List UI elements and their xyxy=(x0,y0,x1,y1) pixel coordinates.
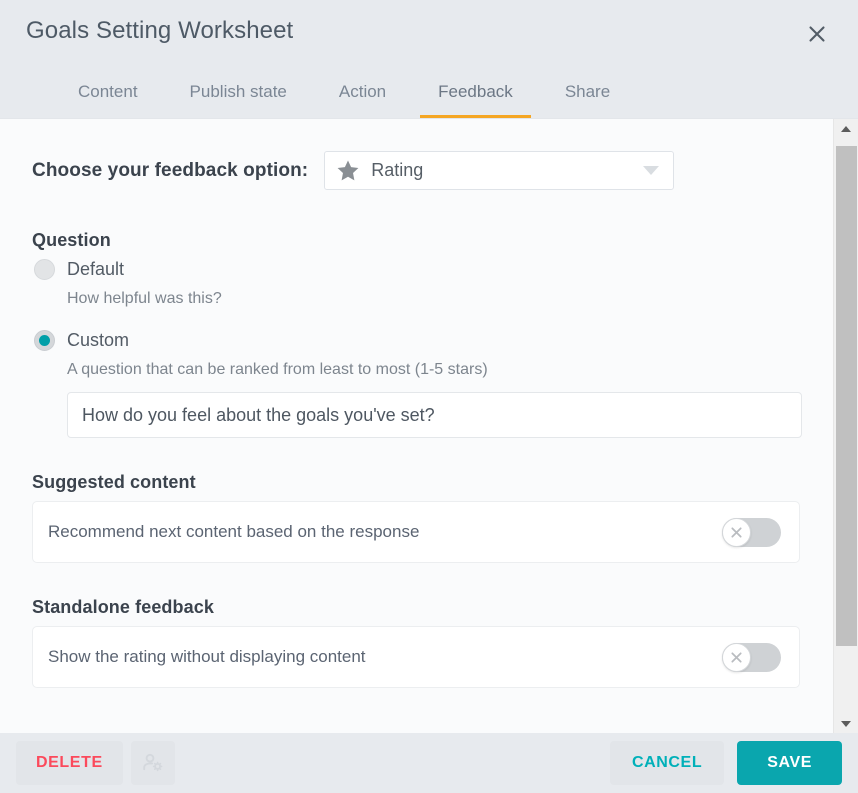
tab-content[interactable]: Content xyxy=(52,70,164,118)
tab-bar: Content Publish state Action Feedback Sh… xyxy=(0,70,858,118)
footer-left-actions: DELETE xyxy=(16,741,175,785)
close-icon xyxy=(722,642,751,672)
cancel-button[interactable]: CANCEL xyxy=(609,741,725,785)
question-heading: Question xyxy=(32,230,111,250)
star-icon xyxy=(337,160,359,182)
radio-custom-hint: A question that can be ranked from least… xyxy=(67,361,488,378)
goals-setting-worksheet-modal: Goals Setting Worksheet Content Publish … xyxy=(0,0,858,793)
radio-option-custom[interactable]: Custom xyxy=(32,330,801,351)
radio-option-label: Custom xyxy=(67,330,130,350)
standalone-feedback-heading: Standalone feedback xyxy=(32,597,214,617)
close-icon[interactable] xyxy=(800,17,834,51)
tab-publish-state[interactable]: Publish state xyxy=(164,70,313,118)
suggested-content-card: Recommend next content based on the resp… xyxy=(32,501,800,563)
tab-label: Feedback xyxy=(438,82,513,101)
radio-default-icon[interactable] xyxy=(34,259,55,280)
radio-option-label: Default xyxy=(67,259,125,279)
suggested-content-heading: Suggested content xyxy=(32,472,196,492)
suggested-content-label: Recommend next content based on the resp… xyxy=(48,522,420,541)
modal-header: Goals Setting Worksheet Content Publish … xyxy=(0,0,858,118)
feedback-option-row: Choose your feedback option: Rating xyxy=(32,151,801,190)
standalone-feedback-card: Show the rating without displaying conte… xyxy=(32,626,800,688)
tab-label: Share xyxy=(564,82,611,101)
standalone-feedback-label: Show the rating without displaying conte… xyxy=(48,647,366,666)
tab-feedback[interactable]: Feedback xyxy=(412,70,539,118)
chevron-up-icon[interactable] xyxy=(833,119,858,138)
tab-label: Action xyxy=(338,82,387,101)
user-settings-icon[interactable] xyxy=(130,741,175,785)
modal-body-wrapper: Choose your feedback option: Rating Ques… xyxy=(0,118,858,733)
close-icon xyxy=(722,517,751,547)
scrollbar-thumb[interactable] xyxy=(835,146,857,646)
footer-right-actions: CANCEL SAVE xyxy=(609,741,842,785)
radio-option-default[interactable]: Default xyxy=(32,259,801,280)
tab-label: Content xyxy=(78,82,138,101)
tab-action[interactable]: Action xyxy=(313,70,412,118)
page-title: Goals Setting Worksheet xyxy=(26,17,294,44)
feedback-option-label: Choose your feedback option: xyxy=(32,159,309,181)
feedback-option-select[interactable]: Rating xyxy=(324,151,675,190)
radio-default-hint: How helpful was this? xyxy=(67,290,222,307)
suggested-content-toggle[interactable] xyxy=(722,517,781,547)
modal-footer: DELETE CANCEL SAVE xyxy=(0,733,858,793)
vertical-scrollbar[interactable] xyxy=(833,119,858,733)
tab-share[interactable]: Share xyxy=(539,70,636,118)
custom-question-input[interactable] xyxy=(67,392,802,438)
feedback-option-value: Rating xyxy=(371,160,424,180)
delete-button[interactable]: DELETE xyxy=(16,741,123,785)
radio-custom-icon[interactable] xyxy=(34,330,55,351)
chevron-down-icon[interactable] xyxy=(643,166,660,175)
scrollbar-track[interactable] xyxy=(833,138,858,714)
tab-label: Publish state xyxy=(189,82,287,101)
chevron-down-icon[interactable] xyxy=(833,714,858,733)
save-button[interactable]: SAVE xyxy=(737,741,842,785)
modal-body: Choose your feedback option: Rating Ques… xyxy=(0,119,833,733)
standalone-feedback-toggle[interactable] xyxy=(722,642,781,672)
